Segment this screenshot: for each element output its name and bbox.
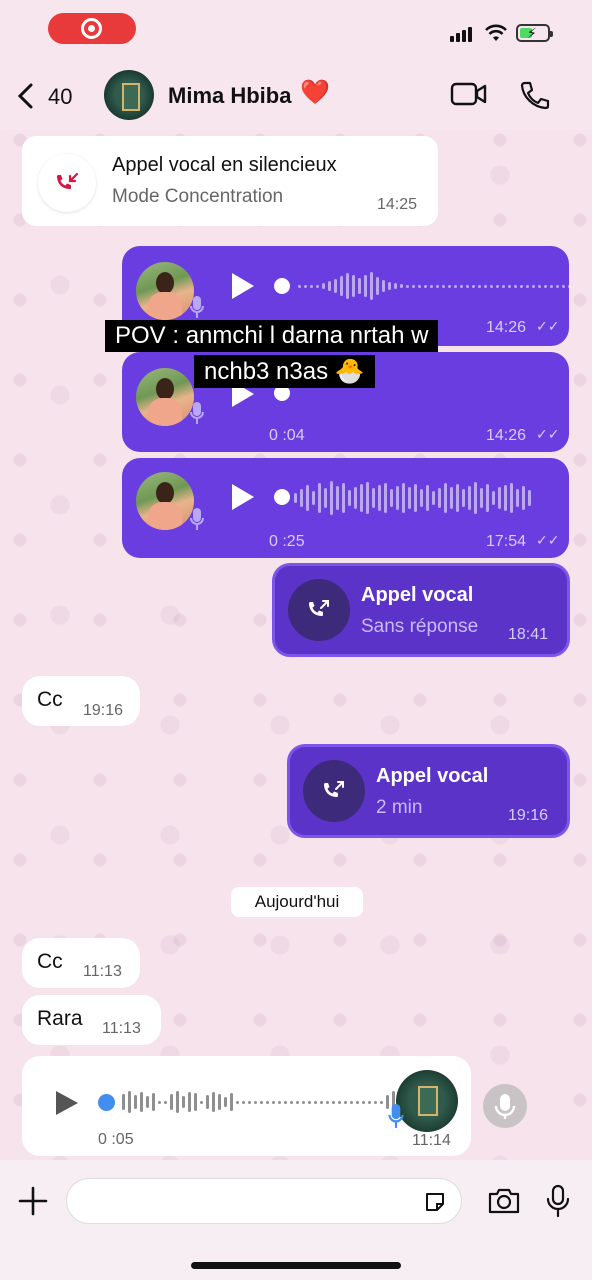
message-time: 19:16 (83, 702, 124, 719)
play-icon[interactable] (56, 1091, 78, 1115)
missed-call-subtitle: Mode Concentration (112, 186, 284, 207)
play-icon[interactable] (232, 273, 254, 299)
call-status: Sans réponse (361, 616, 479, 637)
read-ticks-icon: ✓✓ (536, 532, 560, 548)
playback-position-dot[interactable] (98, 1094, 115, 1111)
contact-name[interactable]: Mima Hbiba (168, 83, 291, 109)
date-separator: Aujourd'hui (231, 887, 363, 917)
voice-duration: 0 :05 (98, 1131, 134, 1148)
home-indicator (191, 1262, 401, 1269)
heart-emoji: ❤️ (300, 79, 330, 106)
read-ticks-icon: ✓✓ (536, 426, 560, 442)
sender-avatar (136, 472, 194, 530)
text-message-rara[interactable]: Rara 11:13 (22, 995, 161, 1045)
wifi-icon (485, 24, 507, 41)
reply-mic-button[interactable] (483, 1084, 527, 1128)
read-ticks-icon: ✓✓ (536, 318, 560, 334)
voice-call-message-2[interactable]: Appel vocal 2 min 19:16 (287, 744, 570, 838)
video-caption-line-2: nchb3 n3as 🐣 (194, 355, 375, 388)
message-time: 14:26 (486, 319, 527, 336)
voice-duration: 0 :25 (269, 533, 305, 550)
missed-call-icon (38, 154, 96, 212)
playback-position-dot[interactable] (274, 278, 290, 294)
call-title: Appel vocal (361, 584, 474, 606)
mic-icon (190, 296, 204, 318)
outgoing-call-icon (288, 579, 350, 641)
screen-recording-indicator[interactable] (48, 13, 136, 44)
mic-icon (190, 402, 204, 424)
message-time: 17:54 (486, 533, 527, 550)
playback-position-dot[interactable] (274, 489, 290, 505)
play-icon[interactable] (232, 484, 254, 510)
call-duration: 2 min (376, 797, 423, 818)
call-title: Appel vocal (376, 765, 489, 787)
message-text: Cc (37, 688, 63, 711)
voice-call-message-1[interactable]: Appel vocal Sans réponse 18:41 (272, 563, 570, 657)
text-message-cc[interactable]: Cc 19:16 (22, 676, 140, 726)
contact-avatar[interactable] (104, 70, 154, 120)
composer-bar (0, 1160, 592, 1280)
voice-message-incoming[interactable]: 0 :05 11:14 (22, 1056, 471, 1156)
message-time: 11:13 (102, 1020, 141, 1037)
voice-message-3[interactable]: 0 :25 17:54 ✓✓ (122, 458, 569, 558)
message-text: Rara (37, 1007, 83, 1030)
message-time: 11:14 (412, 1132, 451, 1149)
message-input[interactable] (66, 1178, 462, 1224)
missed-call-message[interactable]: Appel vocal en silencieux Mode Concentra… (22, 136, 438, 226)
mic-icon (190, 508, 204, 530)
microphone-icon[interactable] (545, 1184, 571, 1218)
phone-call-icon[interactable] (518, 80, 550, 110)
message-time: 14:25 (377, 196, 418, 213)
missed-call-title: Appel vocal en silencieux (112, 154, 337, 176)
sender-avatar (136, 262, 194, 320)
message-time: 19:16 (508, 807, 549, 824)
sticker-icon[interactable] (423, 1190, 447, 1214)
status-bar: ⚡ (0, 0, 592, 58)
waveform (298, 266, 571, 306)
waveform (294, 478, 531, 518)
back-chevron-icon[interactable] (16, 82, 36, 110)
sender-avatar (136, 368, 194, 426)
message-time: 11:13 (83, 963, 122, 980)
plus-icon[interactable] (18, 1186, 48, 1216)
message-time: 18:41 (508, 626, 549, 643)
chat-header: 40 Mima Hbiba ❤️ (0, 58, 592, 130)
message-text: Cc (37, 950, 63, 973)
record-icon (81, 18, 102, 39)
video-caption-line-1: POV : anmchi l darna nrtah w (105, 320, 439, 352)
message-time: 14:26 (486, 427, 527, 444)
unread-count[interactable]: 40 (48, 84, 72, 110)
battery-charging-icon: ⚡ (516, 24, 553, 42)
video-call-icon[interactable] (450, 80, 488, 108)
outgoing-call-icon (303, 760, 365, 822)
text-message-cc[interactable]: Cc 11:13 (22, 938, 140, 988)
voice-duration: 0 :04 (269, 427, 305, 444)
camera-icon[interactable] (487, 1187, 521, 1215)
contact-avatar (396, 1070, 458, 1132)
mic-icon (388, 1104, 404, 1128)
